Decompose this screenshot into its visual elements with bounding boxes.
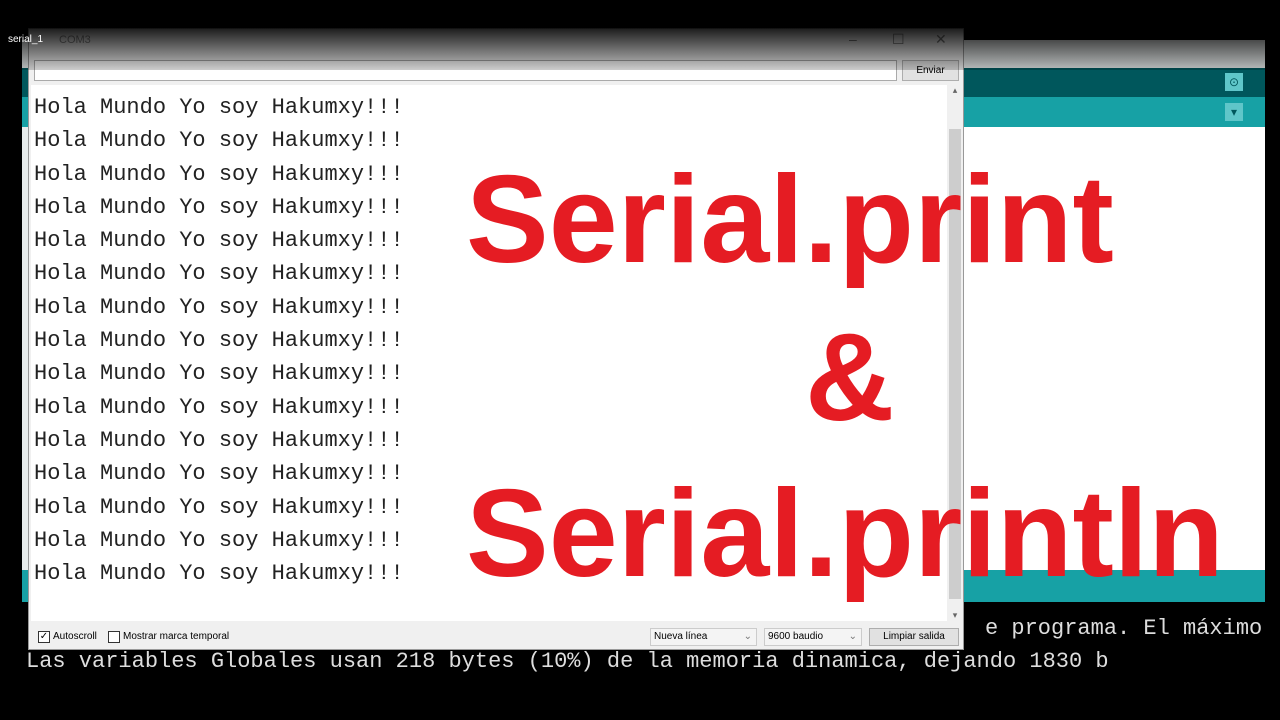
autoscroll-checkbox[interactable]: ✓ <box>38 631 50 643</box>
video-tab-name: serial_1 <box>8 34 44 45</box>
console-line: e programa. El máximo <box>985 616 1263 641</box>
clear-output-button[interactable]: Limpiar salida <box>869 628 959 646</box>
window-title: COM3 <box>59 34 91 46</box>
timestamp-checkbox[interactable] <box>108 631 120 643</box>
output-line: Hola Mundo Yo soy Hakumxy!!! <box>34 95 404 120</box>
overlay-title-print: Serial.print <box>466 151 1114 289</box>
chevron-down-icon: ⌄ <box>848 631 857 642</box>
scroll-up-icon[interactable]: ▴ <box>947 85 963 96</box>
chevron-down-icon: ⌄ <box>743 631 752 642</box>
tab-menu-icon[interactable]: ▾ <box>1225 103 1243 121</box>
send-button[interactable]: Enviar <box>902 60 959 81</box>
overlay-title-println: Serial.println <box>466 465 1224 603</box>
line-ending-value: Nueva línea <box>654 631 708 642</box>
minimize-button[interactable]: – <box>849 31 857 47</box>
overlay-ampersand: & <box>805 309 895 447</box>
close-button[interactable]: ✕ <box>935 31 947 48</box>
line-ending-select[interactable]: Nueva línea ⌄ <box>650 628 757 646</box>
maximize-button[interactable]: ☐ <box>892 31 905 48</box>
serial-monitor-icon[interactable]: ⊙ <box>1225 73 1243 91</box>
console-line: Las variables Globales usan 218 bytes (1… <box>26 649 1109 674</box>
scroll-down-icon[interactable]: ▾ <box>947 610 963 621</box>
send-input[interactable] <box>34 60 897 81</box>
baud-select[interactable]: 9600 baudio ⌄ <box>764 628 862 646</box>
autoscroll-label: Autoscroll <box>53 631 97 642</box>
timestamp-label: Mostrar marca temporal <box>123 631 230 642</box>
baud-value: 9600 baudio <box>768 631 824 642</box>
